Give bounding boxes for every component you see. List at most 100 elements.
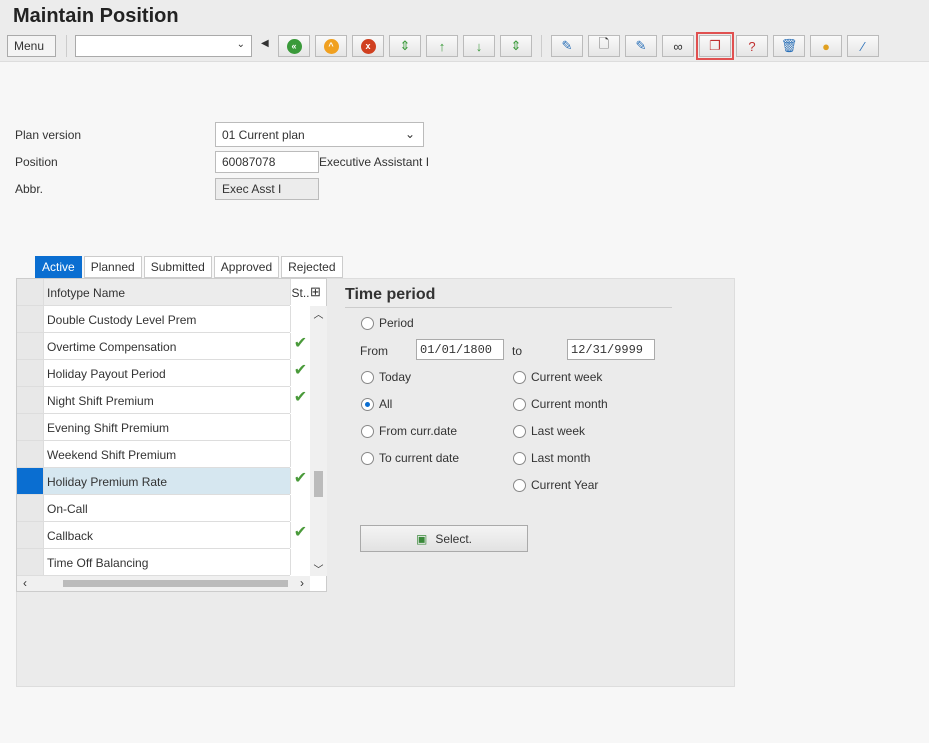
divider: [541, 35, 542, 57]
row-selector[interactable]: [17, 360, 44, 386]
to-date-input[interactable]: 12/31/9999: [567, 339, 655, 360]
row-selector[interactable]: [17, 495, 44, 521]
scroll-thumb[interactable]: [314, 471, 323, 497]
radio-option[interactable]: From curr.date: [361, 424, 457, 438]
column-settings-icon[interactable]: ⊞: [310, 284, 321, 300]
glasses-pencil-icon: ✎: [561, 38, 573, 53]
display-button[interactable]: ∞: [662, 35, 694, 57]
copy-button[interactable]: ❐: [696, 32, 734, 60]
tab-planned[interactable]: Planned: [83, 256, 142, 278]
create-button[interactable]: 🗋: [588, 35, 620, 57]
row-selector[interactable]: [17, 306, 44, 332]
radio-period[interactable]: Period: [361, 316, 414, 330]
from-label: From: [360, 344, 388, 358]
table-row[interactable]: Callback ✔: [17, 522, 307, 549]
previous-page-button[interactable]: ↑: [426, 35, 458, 57]
back-icon: «: [286, 38, 302, 54]
table-row[interactable]: Time Off Balancing: [17, 549, 291, 576]
radio-label: From curr.date: [379, 424, 458, 438]
collapse-arrow-icon[interactable]: ◀: [261, 38, 269, 49]
to-label: to: [512, 344, 523, 358]
radio-option[interactable]: Last week: [513, 424, 585, 438]
next-page-button[interactable]: ↓: [463, 35, 495, 57]
radio-circle: [513, 451, 526, 465]
plan-version-select[interactable]: 01 Current plan ⌄: [215, 122, 424, 147]
scroll-left-icon[interactable]: ‹: [23, 576, 27, 590]
vertical-scrollbar[interactable]: ︿ ﹀: [310, 306, 327, 576]
delete-button[interactable]: 🗑: [773, 35, 805, 57]
table-row[interactable]: Weekend Shift Premium: [17, 441, 291, 468]
overview-button[interactable]: ●: [810, 35, 842, 57]
person-icon: ●: [822, 38, 830, 54]
time-period-title: Time period: [345, 286, 672, 308]
change-button[interactable]: ✎: [625, 35, 657, 57]
first-page-icon: ⇕: [399, 38, 411, 53]
scroll-down-icon[interactable]: ﹀: [310, 561, 327, 576]
h-scroll-thumb[interactable]: [63, 580, 288, 587]
tab-active[interactable]: Active: [35, 256, 82, 278]
radio-option[interactable]: Current month: [513, 397, 608, 411]
radio-label: Last month: [531, 451, 591, 465]
next-page-icon: ↓: [475, 38, 483, 54]
tab-submitted[interactable]: Submitted: [143, 256, 212, 278]
table-row[interactable]: Overtime Compensation ✔: [17, 333, 307, 360]
infotype-name: Weekend Shift Premium: [47, 448, 177, 462]
radio-label: Current week: [531, 370, 603, 384]
row-selector[interactable]: [17, 522, 44, 548]
status-cell: [290, 495, 310, 521]
radio-option[interactable]: Last month: [513, 451, 590, 465]
scroll-up-icon[interactable]: ︿: [310, 306, 327, 321]
row-selector[interactable]: [17, 468, 44, 494]
radio-option[interactable]: Today: [361, 370, 411, 384]
delimit-button[interactable]: ?: [736, 35, 768, 57]
first-page-button[interactable]: ⇕: [389, 35, 421, 57]
status-cell: [290, 549, 310, 575]
radio-option[interactable]: All: [361, 397, 392, 411]
row-selector[interactable]: [17, 441, 44, 467]
row-selector[interactable]: [17, 333, 44, 359]
pick-change-button[interactable]: ✎: [551, 35, 583, 57]
menu-button[interactable]: Menu: [7, 35, 56, 57]
header: Maintain Position Menu ⌄ ◀ « ^ x ⇕ ↑ ↓ ⇕…: [0, 0, 929, 62]
cancel-icon: x: [360, 38, 376, 54]
document-icon: 🗋: [598, 36, 610, 51]
exit-button[interactable]: ^: [315, 35, 347, 57]
radio-option[interactable]: To current date: [361, 451, 459, 465]
back-button[interactable]: «: [278, 35, 310, 57]
position-input[interactable]: 60087078: [215, 151, 319, 173]
scroll-right-icon[interactable]: ›: [300, 576, 304, 590]
status-cell: ✔: [290, 360, 310, 386]
radio-circle: [361, 424, 374, 438]
table-row[interactable]: Holiday Premium Rate ✔: [17, 468, 307, 495]
select-all-cell[interactable]: [17, 279, 44, 305]
select-button[interactable]: ▣ Select.: [360, 525, 528, 552]
radio-circle: [513, 370, 526, 384]
row-selector[interactable]: [17, 387, 44, 413]
table-row[interactable]: Holiday Payout Period ✔: [17, 360, 307, 387]
radio-circle: [361, 451, 374, 465]
last-page-button[interactable]: ⇕: [500, 35, 532, 57]
radio-circle: [361, 397, 374, 411]
tab-approved[interactable]: Approved: [213, 256, 280, 278]
horizontal-scrollbar[interactable]: ‹ ›: [17, 576, 310, 591]
radio-option[interactable]: Current Year: [513, 478, 598, 492]
table-row[interactable]: Night Shift Premium ✔: [17, 387, 307, 414]
position-text: Executive Assistant I: [319, 155, 430, 169]
col-status[interactable]: St..: [290, 279, 310, 305]
table-row[interactable]: Double Custody Level Prem: [17, 306, 291, 333]
table-row[interactable]: Evening Shift Premium: [17, 414, 291, 441]
radio-option[interactable]: Current week: [513, 370, 602, 384]
plan-version-label: Plan version: [15, 128, 82, 142]
col-infotype-name[interactable]: Infotype Name: [47, 286, 125, 300]
checkmark-icon: ✔: [293, 389, 308, 406]
status-cell: [290, 441, 310, 467]
from-date-input[interactable]: 01/01/1800: [416, 339, 504, 360]
table-row[interactable]: On-Call: [17, 495, 291, 522]
tab-rejected[interactable]: Rejected: [281, 256, 343, 278]
wand-button[interactable]: ⁄: [847, 35, 879, 57]
cancel-button[interactable]: x: [352, 35, 384, 57]
row-selector[interactable]: [17, 414, 44, 440]
row-selector[interactable]: [17, 549, 44, 575]
command-field[interactable]: ⌄: [75, 35, 252, 57]
status-cell: ✔: [290, 333, 310, 359]
